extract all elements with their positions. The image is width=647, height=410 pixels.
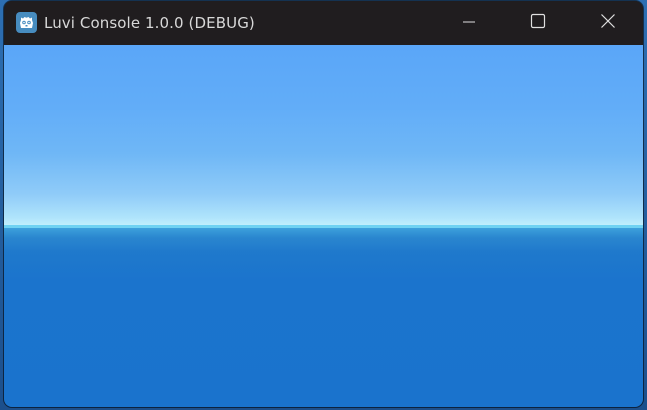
title-bar[interactable]: Luvi Console 1.0.0 (DEBUG) bbox=[4, 1, 643, 45]
maximize-icon bbox=[530, 13, 546, 33]
ground-plane bbox=[4, 227, 643, 407]
app-window: Luvi Console 1.0.0 (DEBUG) bbox=[4, 1, 643, 407]
close-button[interactable] bbox=[573, 1, 643, 45]
godot-icon bbox=[16, 12, 37, 33]
horizon-line bbox=[4, 225, 643, 228]
minimize-button[interactable] bbox=[434, 1, 504, 45]
maximize-button[interactable] bbox=[503, 1, 573, 45]
sky bbox=[4, 45, 643, 226]
close-icon bbox=[600, 13, 616, 33]
minimize-icon bbox=[462, 14, 476, 33]
game-viewport[interactable] bbox=[4, 45, 643, 407]
window-title: Luvi Console 1.0.0 (DEBUG) bbox=[44, 14, 255, 32]
